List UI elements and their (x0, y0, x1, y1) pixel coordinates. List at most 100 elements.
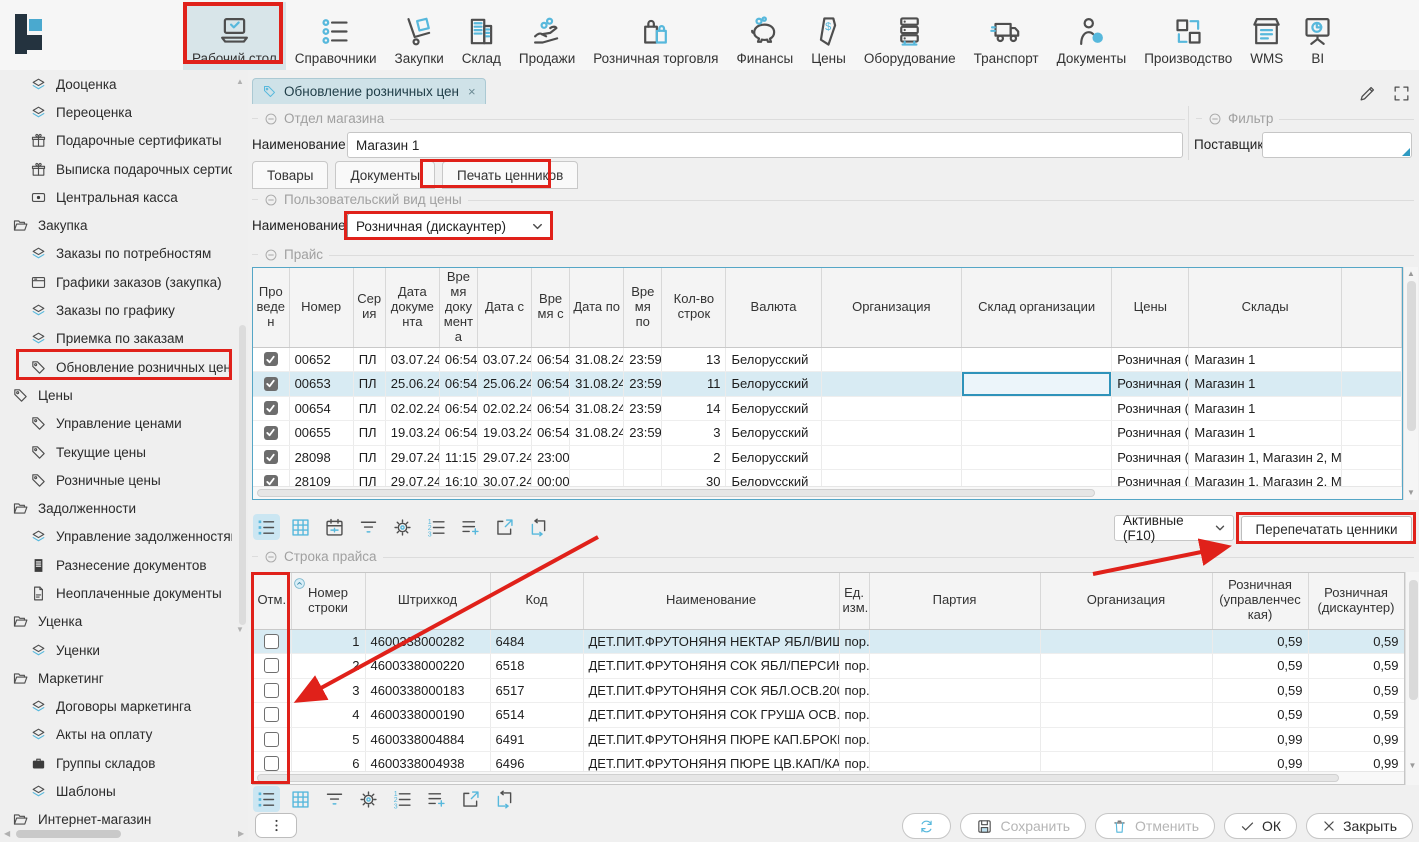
sidebar-item[interactable]: Обновление розничных цен (0, 353, 232, 381)
column-header[interactable]: Номер (289, 268, 353, 347)
row-checkbox-unchecked[interactable] (264, 756, 279, 771)
toolbar-item-wms[interactable]: WMS (1241, 2, 1292, 70)
sidebar-item[interactable]: Группы складов (0, 749, 232, 777)
toolbar-calendar-button[interactable] (321, 514, 348, 540)
sidebar-item[interactable]: Переоценка (0, 98, 232, 126)
sidebar-item[interactable]: Цены (0, 381, 232, 409)
edit-icon[interactable] (1356, 82, 1378, 104)
collapse-icon[interactable] (1208, 112, 1222, 126)
sidebar-item[interactable]: Заказы по графику (0, 296, 232, 324)
column-header[interactable]: Розничная (управленчес кая) (1212, 573, 1308, 629)
toolbar-item-purchases[interactable]: Закупки (386, 2, 453, 70)
row-checkbox-unchecked[interactable] (264, 658, 279, 673)
price-table-horizontal-scrollbar[interactable] (253, 486, 1402, 499)
sidebar-item[interactable]: Управление задолженностям (0, 523, 232, 551)
toolbar-item-production[interactable]: Производство (1135, 2, 1241, 70)
sidebar-item[interactable]: Акты на оплату (0, 721, 232, 749)
active-filter-select[interactable]: Активные (F10) (1114, 515, 1234, 541)
sidebar-item[interactable]: Центральная касса (0, 183, 232, 211)
sidebar-item[interactable]: Договоры маркетинга (0, 693, 232, 721)
column-header[interactable]: Отм. (253, 573, 291, 629)
sidebar-scroll-left-icon[interactable]: ◀ (4, 830, 10, 838)
toolbar-grid-button[interactable] (287, 786, 314, 812)
column-header[interactable]: Партия (869, 573, 1040, 629)
column-header[interactable]: Дата с (477, 268, 531, 347)
collapse-icon[interactable] (264, 248, 278, 262)
save-button[interactable]: Сохранить (960, 813, 1086, 839)
sidebar-item[interactable]: Текущие цены (0, 438, 232, 466)
price-row[interactable]: 00652ПЛ03.07.2406:5403.07.2406:5431.08.2… (253, 347, 1402, 372)
column-header[interactable]: Розничная (дискаунтер) (1308, 573, 1404, 629)
sidebar-item[interactable]: Шаблоны (0, 777, 232, 805)
toolbar-grid-button[interactable] (287, 514, 314, 540)
toolbar-filter-button[interactable] (321, 786, 348, 812)
toolbar-item-catalog[interactable]: Справочники (286, 2, 386, 70)
line-row[interactable]: 146003380002826484ДЕТ.ПИТ.ФРУТОНЯНЯ НЕКТ… (253, 629, 1404, 654)
column-header[interactable]: Цены (1112, 268, 1189, 347)
price-table-vertical-scrollbar[interactable]: ▲ ▼ (1403, 267, 1418, 500)
toolbar-item-bi[interactable]: BI (1292, 2, 1343, 70)
column-header[interactable]: Штрихкод (365, 573, 490, 629)
toolbar-item-documents[interactable]: Документы (1048, 2, 1136, 70)
store-name-input[interactable] (347, 132, 1183, 158)
collapse-icon[interactable] (264, 550, 278, 564)
supplier-input[interactable] (1262, 132, 1412, 158)
toolbar-listplus-button[interactable] (457, 514, 484, 540)
sidebar-item[interactable]: Приемка по заказам (0, 325, 232, 353)
sidebar-item[interactable]: Неоплаченные документы (0, 579, 232, 607)
content-tab-1[interactable]: Документы (335, 161, 435, 189)
toolbar-numlist-button[interactable]: 123 (389, 786, 416, 812)
column-header[interactable]: Кол-во строк (662, 268, 726, 347)
line-table-horizontal-scrollbar[interactable] (253, 771, 1404, 784)
sidebar-item[interactable]: Дооценка (0, 70, 232, 98)
sidebar-item[interactable]: Розничные цены (0, 466, 232, 494)
sidebar-item[interactable]: Выписка подарочных сертиф (0, 155, 232, 183)
collapse-icon[interactable] (264, 193, 278, 207)
row-checkbox-checked[interactable] (264, 450, 278, 464)
sidebar-item[interactable]: Уценки (0, 636, 232, 664)
column-header[interactable]: Номер строки (291, 573, 365, 629)
sidebar-item[interactable]: Графики заказов (закупка) (0, 268, 232, 296)
row-checkbox-checked[interactable] (264, 499, 278, 500)
sidebar-item[interactable]: Задолженности (0, 494, 232, 522)
column-header[interactable]: Валюта (726, 268, 821, 347)
column-header[interactable]: Организация (821, 268, 961, 347)
content-tab-0[interactable]: Товары (252, 161, 328, 189)
price-row[interactable]: 28098ПЛ29.07.2411:1529.07.2423:002Белору… (253, 445, 1402, 470)
toolbar-item-retail[interactable]: Розничная торговля (584, 2, 727, 70)
column-header[interactable]: Ед. изм. (839, 573, 869, 629)
sidebar-horizontal-scrollbar[interactable]: ◀ ▶ (0, 828, 248, 841)
line-row[interactable]: 246003380002206518ДЕТ.ПИТ.ФРУТОНЯНЯ СОК … (253, 654, 1404, 679)
toolbar-item-prices[interactable]: $Цены (802, 2, 855, 70)
toolbar-item-warehouse[interactable]: Склад (453, 2, 510, 70)
toolbar-gear-button[interactable] (355, 786, 382, 812)
column-header[interactable]: Серия (353, 268, 385, 347)
toolbar-gear-button[interactable] (389, 514, 416, 540)
toolbar-list-button[interactable] (253, 786, 280, 812)
toolbar-listplus-button[interactable] (423, 786, 450, 812)
toolbar-external-button[interactable] (491, 514, 518, 540)
sidebar-scroll-right-icon[interactable]: ▶ (238, 830, 244, 838)
sidebar-item[interactable]: Закупка (0, 211, 232, 239)
collapse-icon[interactable] (264, 112, 278, 126)
sidebar-item[interactable]: Уценка (0, 608, 232, 636)
ok-button[interactable]: ОК (1224, 813, 1297, 839)
document-tab[interactable]: Обновление розничных цен × (252, 78, 486, 104)
column-header[interactable]: Дата по (570, 268, 624, 347)
line-row[interactable]: 446003380001906514ДЕТ.ПИТ.ФРУТОНЯНЯ СОК … (253, 703, 1404, 728)
toolbar-list-button[interactable] (253, 514, 280, 540)
toolbar-item-sales[interactable]: Продажи (510, 2, 584, 70)
row-checkbox-unchecked[interactable] (264, 683, 279, 698)
row-checkbox-checked[interactable] (264, 352, 278, 366)
fullscreen-icon[interactable] (1390, 82, 1412, 104)
sidebar-scroll-down-icon[interactable]: ▼ (236, 626, 244, 634)
row-checkbox-unchecked[interactable] (264, 732, 279, 747)
row-checkbox-unchecked[interactable] (264, 707, 279, 722)
column-header[interactable]: Склад организации (961, 268, 1111, 347)
column-header[interactable]: Наименование (583, 573, 839, 629)
row-checkbox-checked[interactable] (264, 426, 278, 440)
sidebar-item[interactable]: Разнесение документов (0, 551, 232, 579)
toolbar-item-equipment[interactable]: Оборудование (855, 2, 965, 70)
toolbar-filter-button[interactable] (355, 514, 382, 540)
sort-ascending-icon[interactable] (293, 577, 306, 590)
